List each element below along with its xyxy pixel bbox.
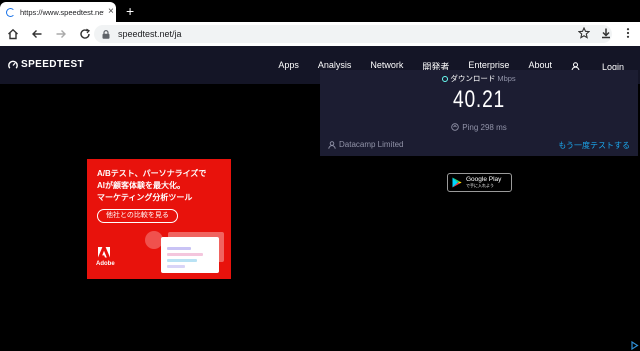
loading-spinner-icon: [6, 7, 15, 17]
google-play-sublabel: で手に入れよう: [466, 183, 494, 189]
speed-unit: Mbps: [497, 74, 516, 83]
reload-icon: [80, 28, 91, 39]
lock-icon: [102, 29, 110, 39]
new-tab-button[interactable]: +: [126, 3, 134, 19]
toolbar-actions: [578, 27, 634, 39]
ad-brand: Adobe: [96, 261, 115, 267]
user-icon: [328, 140, 336, 149]
download-speed-value: 40.21: [452, 86, 506, 113]
retry-test-link[interactable]: もう一度テストする: [558, 140, 630, 151]
download-icon[interactable]: [600, 27, 612, 39]
result-panel: ダウンロード Mbps 40.21 Ping 298 ms Datacamp Li…: [320, 70, 638, 156]
home-button[interactable]: [2, 23, 24, 45]
download-icon-circle: [442, 76, 449, 82]
download-text: ダウンロード: [450, 74, 496, 83]
ad-line-2: AIが顧客体験を最大化。: [97, 181, 185, 190]
speedtest-gauge-icon: [8, 60, 18, 69]
logo-text: SPEEDTEST: [21, 59, 85, 70]
tab-title: https://www.speedtest.net/ja: [20, 7, 104, 17]
ping-readout: Ping 298 ms: [320, 123, 638, 132]
google-play-icon: [452, 177, 462, 188]
back-arrow-icon: [32, 30, 42, 38]
ad-cta-button[interactable]: 他社との比較を見る: [97, 209, 178, 223]
adobe-ad-banner[interactable]: A/Bテスト、パーソナライズで AIが顧客体験を最大化。 マーケティング分析ツー…: [87, 159, 231, 279]
address-bar[interactable]: speedtest.net/ja: [94, 25, 612, 43]
adobe-logo-icon: [98, 247, 110, 258]
more-menu-icon[interactable]: [622, 27, 634, 39]
forward-button[interactable]: [50, 23, 72, 45]
ad-illustration-screen: [161, 237, 219, 273]
speedtest-logo[interactable]: SPEEDTEST: [8, 59, 84, 70]
home-icon: [8, 28, 18, 40]
google-play-text: Google Play で手に入れよう: [466, 176, 501, 189]
isp-name: Datacamp Limited: [339, 140, 404, 149]
google-play-badge[interactable]: Google Play で手に入れよう: [447, 173, 512, 192]
adchoices-icon[interactable]: [630, 341, 639, 350]
url-text: speedtest.net/ja: [118, 29, 182, 39]
bookmark-star-icon[interactable]: [578, 27, 590, 39]
ping-text: Ping 298 ms: [462, 123, 507, 132]
reload-button[interactable]: [74, 23, 96, 45]
browser-tab-strip: https://www.speedtest.net/ja × +: [0, 0, 640, 22]
ping-icon: [451, 123, 460, 131]
back-button[interactable]: [26, 23, 48, 45]
tab-close-button[interactable]: ×: [108, 7, 114, 17]
ad-line-1: A/Bテスト、パーソナライズで: [97, 169, 207, 178]
browser-tab[interactable]: https://www.speedtest.net/ja ×: [0, 2, 116, 22]
forward-arrow-icon: [56, 30, 66, 38]
isp-info: Datacamp Limited: [328, 140, 403, 149]
nav-apps[interactable]: Apps: [278, 60, 299, 73]
download-label: ダウンロード Mbps: [320, 73, 638, 84]
ad-line-3: マーケティング分析ツール: [97, 193, 193, 202]
browser-toolbar: speedtest.net/ja: [0, 22, 640, 46]
